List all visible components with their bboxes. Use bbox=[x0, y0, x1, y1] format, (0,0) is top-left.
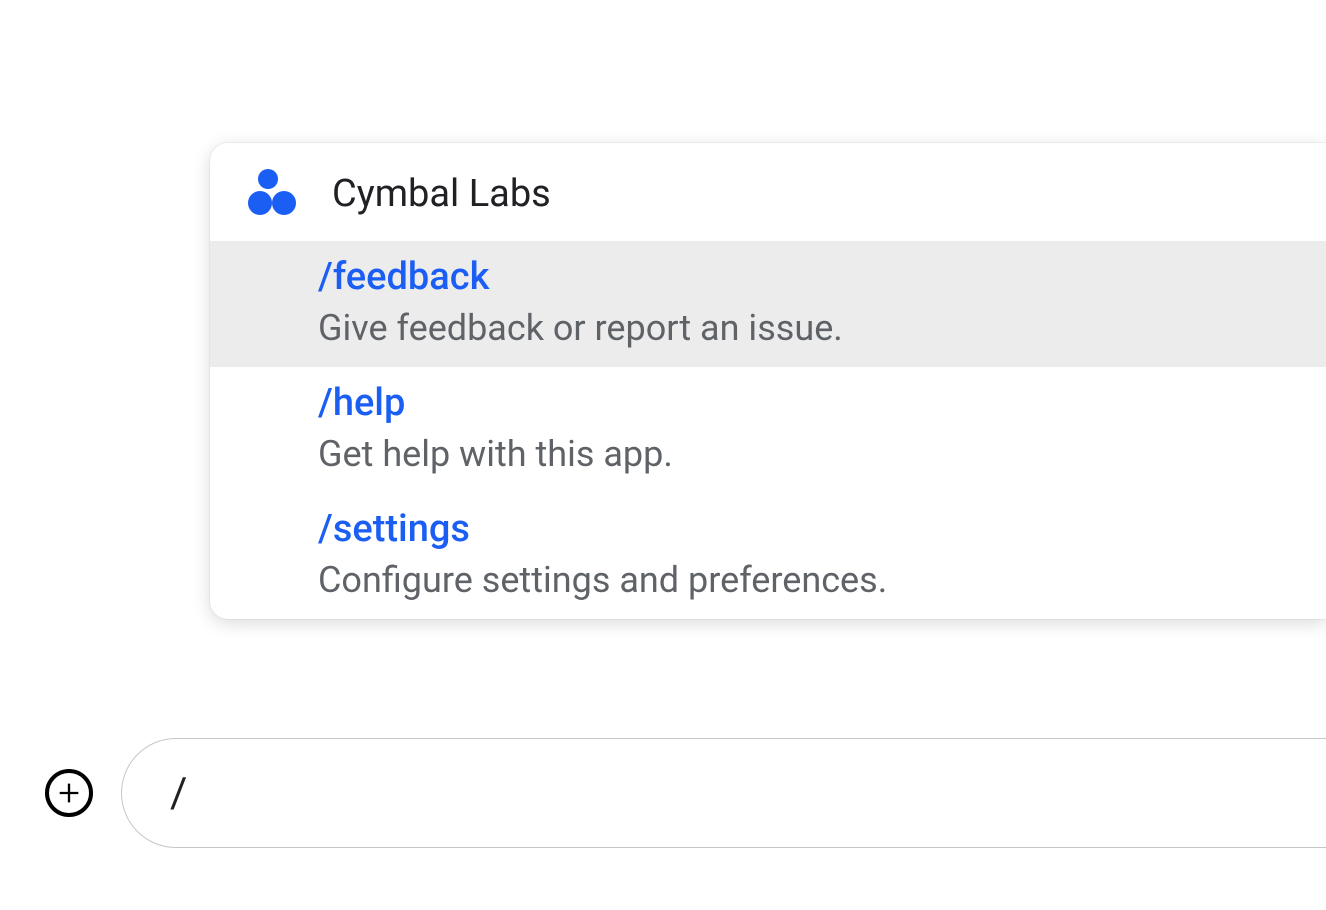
popup-header: Cymbal Labs bbox=[210, 143, 1326, 241]
app-name-label: Cymbal Labs bbox=[332, 172, 551, 216]
cymbal-labs-icon bbox=[248, 169, 298, 219]
compose-bar bbox=[45, 738, 1326, 848]
command-list: /feedback Give feedback or report an iss… bbox=[210, 241, 1326, 619]
command-description: Get help with this app. bbox=[318, 433, 1288, 475]
command-item-help[interactable]: /help Get help with this app. bbox=[210, 367, 1326, 493]
command-description: Give feedback or report an issue. bbox=[318, 307, 1288, 349]
command-description: Configure settings and preferences. bbox=[318, 559, 1288, 601]
add-button[interactable] bbox=[45, 769, 93, 817]
command-item-feedback[interactable]: /feedback Give feedback or report an iss… bbox=[210, 241, 1326, 367]
command-item-settings[interactable]: /settings Configure settings and prefere… bbox=[210, 493, 1326, 619]
command-name: /settings bbox=[318, 507, 1288, 551]
command-name: /feedback bbox=[318, 255, 1288, 299]
plus-icon bbox=[55, 779, 83, 807]
command-name: /help bbox=[318, 381, 1288, 425]
compose-input-container[interactable] bbox=[121, 738, 1326, 848]
compose-input[interactable] bbox=[170, 769, 1326, 818]
slash-command-popup: Cymbal Labs /feedback Give feedback or r… bbox=[210, 143, 1326, 619]
